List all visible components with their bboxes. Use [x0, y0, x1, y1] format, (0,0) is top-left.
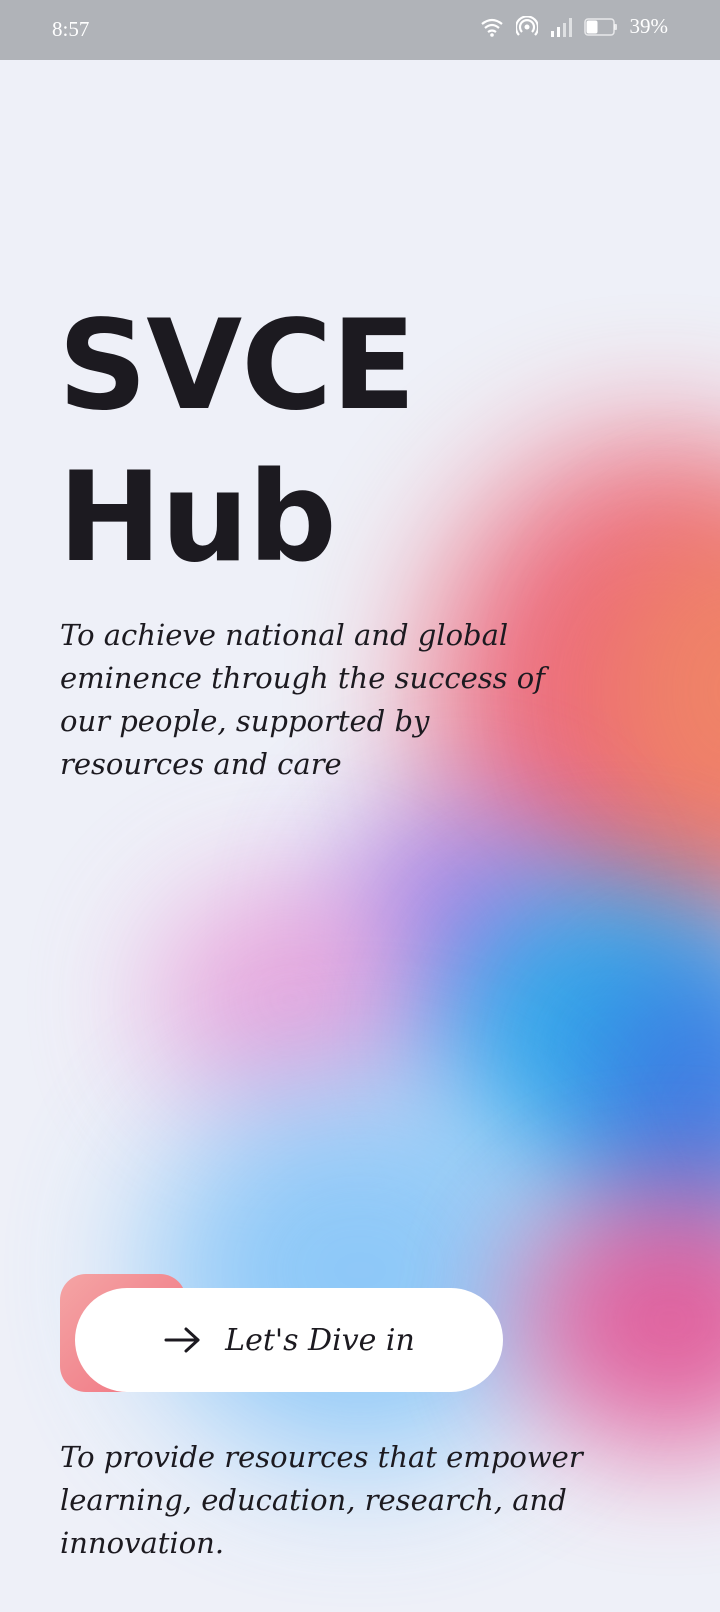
gradient-blob-lightblue: [150, 1080, 570, 1460]
app-title-line1: SVCE: [58, 294, 416, 438]
battery-icon: [583, 17, 617, 36]
app-title: SVCE Hub: [58, 290, 416, 594]
battery-percent: 39%: [629, 14, 669, 38]
signal-icon: [550, 17, 572, 37]
hotspot-icon: [515, 15, 538, 36]
wifi-icon: [480, 18, 503, 37]
dive-in-button[interactable]: Let's Dive in: [75, 1288, 503, 1392]
arrow-right-icon: [164, 1327, 200, 1353]
vision-statement: To achieve national and global eminence …: [60, 618, 545, 781]
dive-in-button-label: Let's Dive in: [225, 1322, 415, 1358]
mission-statement: To provide resources that empower learni…: [60, 1440, 583, 1560]
status-bar: 8:57 39%: [0, 0, 720, 60]
status-time: 8:57: [52, 17, 90, 41]
status-icons: 39%: [480, 14, 669, 39]
app-title-line2: Hub: [58, 446, 337, 590]
